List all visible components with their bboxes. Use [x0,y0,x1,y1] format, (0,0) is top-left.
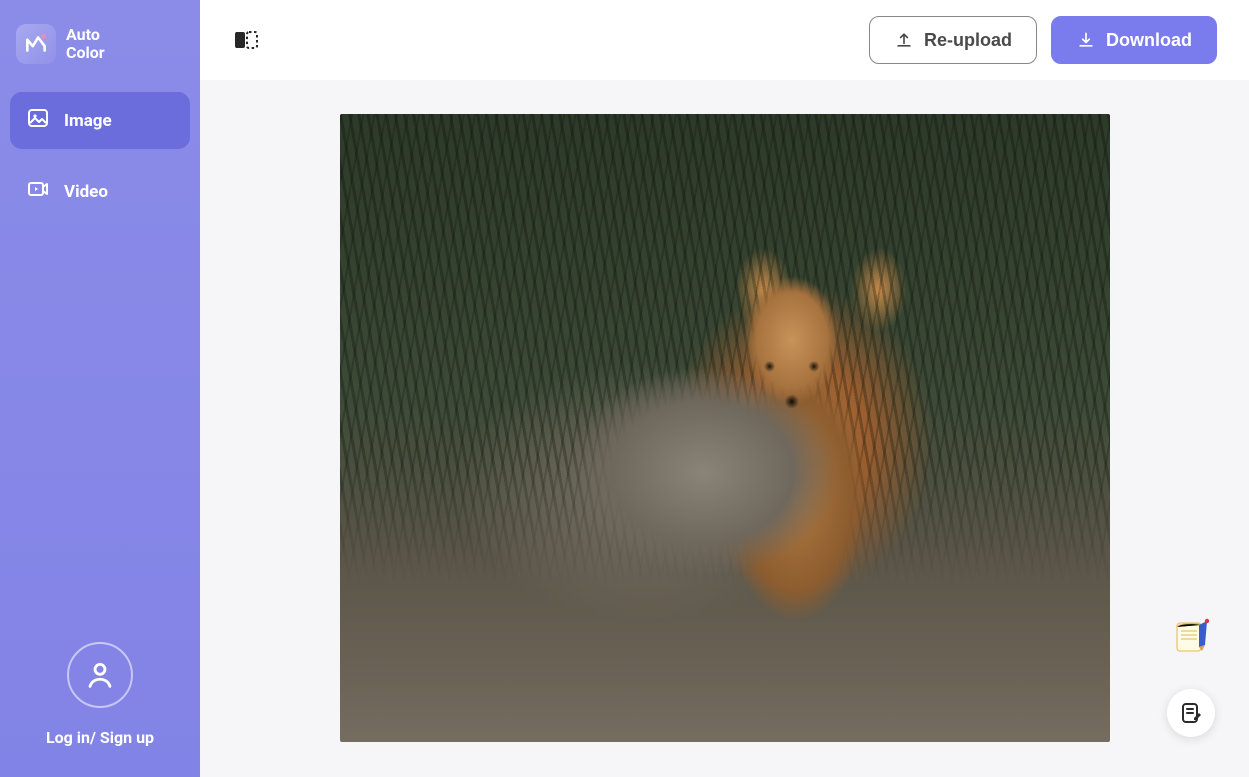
picture-icon [26,106,50,135]
video-icon [26,177,50,206]
button-label: Download [1106,30,1192,51]
download-button[interactable]: Download [1051,16,1217,64]
sidebar: Auto Color Image Video Log in/ Sign up [0,0,200,777]
logo-icon [16,24,56,64]
avatar[interactable] [67,642,133,708]
brand-name: Auto Color [66,26,105,63]
sidebar-item-label: Video [64,182,108,202]
notes-button[interactable] [1167,613,1215,661]
feedback-button[interactable] [1167,689,1215,737]
account-block: Log in/ Sign up [10,642,190,753]
notepad-icon [1169,615,1213,659]
login-signup-link[interactable]: Log in/ Sign up [46,728,154,747]
main-area: Re-upload Download [200,0,1249,777]
sidebar-item-image[interactable]: Image [10,92,190,149]
download-icon [1076,30,1096,50]
canvas-area [200,80,1249,777]
upload-icon [894,30,914,50]
preview-image[interactable] [340,114,1110,742]
compare-icon [232,26,260,54]
sidebar-item-label: Image [64,111,112,131]
topbar: Re-upload Download [200,0,1249,80]
floating-actions [1167,613,1215,737]
reupload-button[interactable]: Re-upload [869,16,1037,64]
brand-logo[interactable]: Auto Color [10,24,190,92]
button-label: Re-upload [924,30,1012,51]
compare-split-button[interactable] [232,26,260,54]
user-icon [83,658,117,692]
sidebar-item-video[interactable]: Video [10,163,190,220]
note-edit-icon [1179,701,1203,725]
